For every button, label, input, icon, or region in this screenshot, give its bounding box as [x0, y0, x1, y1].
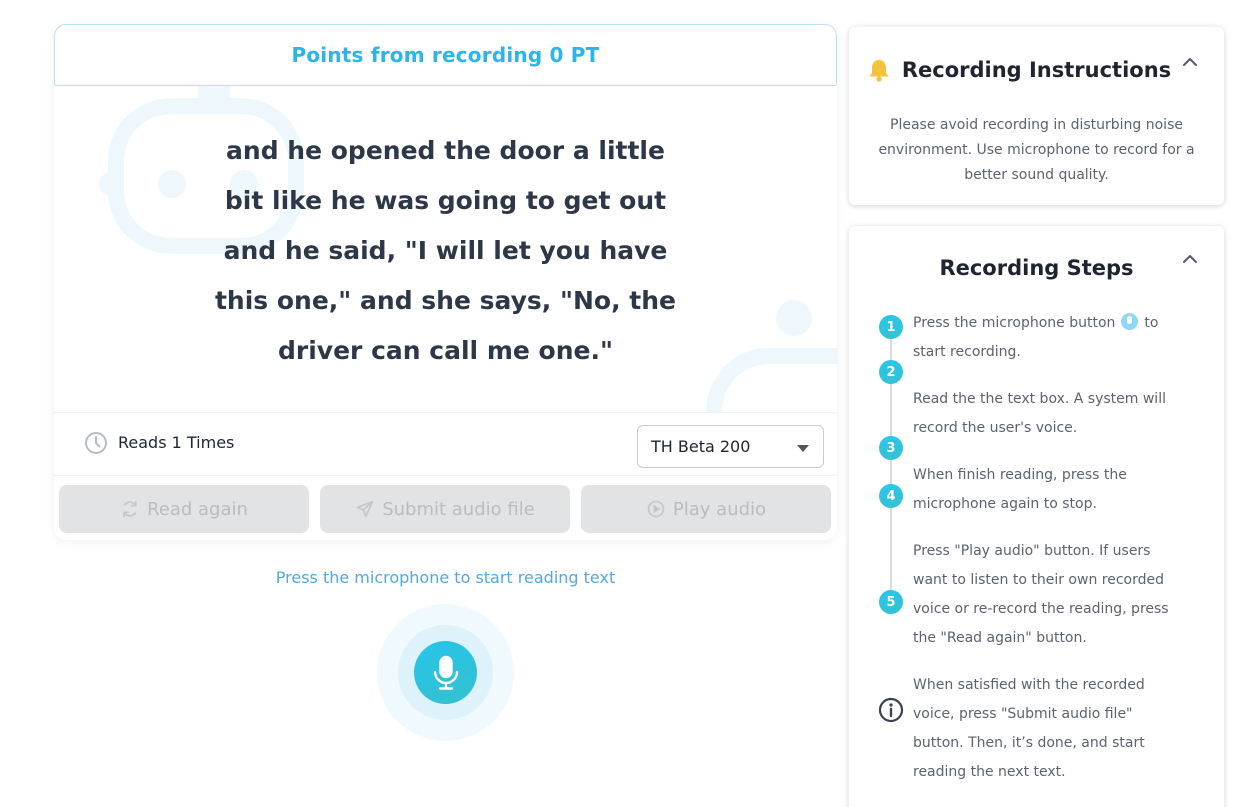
mic-hint: Press the microphone to start reading te…: [275, 568, 616, 587]
step-text: Press the microphone button to start reco…: [913, 309, 1183, 367]
step-number: 2: [879, 360, 903, 384]
recording-steps-panel: Recording Steps 1 Press the microphone b…: [849, 226, 1224, 807]
play-circle-icon: [647, 500, 665, 518]
submit-audio-label: Submit audio file: [382, 498, 535, 520]
recording-instructions-panel: Recording Instructions Please avoid reco…: [849, 27, 1224, 205]
refresh-icon: [123, 500, 137, 518]
step-text-part: Press the microphone button: [913, 315, 1116, 331]
info-icon: [878, 697, 904, 723]
instructions-body: Please avoid recording in disturbing noi…: [878, 117, 1195, 183]
bell-icon: [869, 60, 889, 82]
step-text: When satisfied with the recorded voice, …: [913, 677, 1145, 780]
reading-card: Points from recording 0 PT and he opened…: [54, 24, 837, 540]
step-text: When finish reading, press the microphon…: [913, 467, 1127, 512]
read-again-button[interactable]: Read again: [59, 485, 309, 533]
read-again-label: Read again: [147, 498, 248, 520]
status-row: Reads 1 Times TH Beta 200: [54, 412, 837, 476]
submit-audio-button[interactable]: Submit audio file: [320, 485, 570, 533]
caret-down-icon: [797, 445, 809, 452]
instructions-header: Recording Instructions: [831, 57, 1206, 83]
reading-text-area: and he opened the door a little bit like…: [54, 86, 837, 412]
step-number: 3: [879, 436, 903, 460]
microphone-icon: [1121, 313, 1139, 330]
clock-icon: [85, 432, 107, 454]
instructions-title: Recording Instructions: [901, 58, 1172, 82]
play-audio-label: Play audio: [672, 498, 767, 520]
microphone-icon: [433, 655, 458, 690]
microphone-button[interactable]: [414, 641, 477, 704]
step-text: Read the the text box. A system will rec…: [913, 391, 1166, 436]
send-icon: [356, 500, 374, 518]
step-number: 1: [879, 315, 903, 339]
step-number: 4: [879, 484, 903, 508]
points-header: Points from recording 0 PT: [54, 24, 837, 86]
steps-title: Recording Steps: [939, 256, 1134, 280]
reads-count: Reads 1 Times: [118, 433, 235, 452]
points-label: Points from recording 0 PT: [291, 43, 600, 67]
chevron-up-icon[interactable]: [1182, 254, 1198, 264]
model-select-value: TH Beta 200: [651, 437, 751, 456]
play-audio-button[interactable]: Play audio: [581, 485, 831, 533]
chevron-up-icon[interactable]: [1182, 57, 1198, 67]
reading-passage: and he opened the door a little bit like…: [214, 136, 677, 365]
step-number: 5: [879, 590, 903, 614]
step-text: Press "Play audio" button. If users want…: [913, 543, 1169, 646]
model-select[interactable]: TH Beta 200: [637, 425, 824, 468]
